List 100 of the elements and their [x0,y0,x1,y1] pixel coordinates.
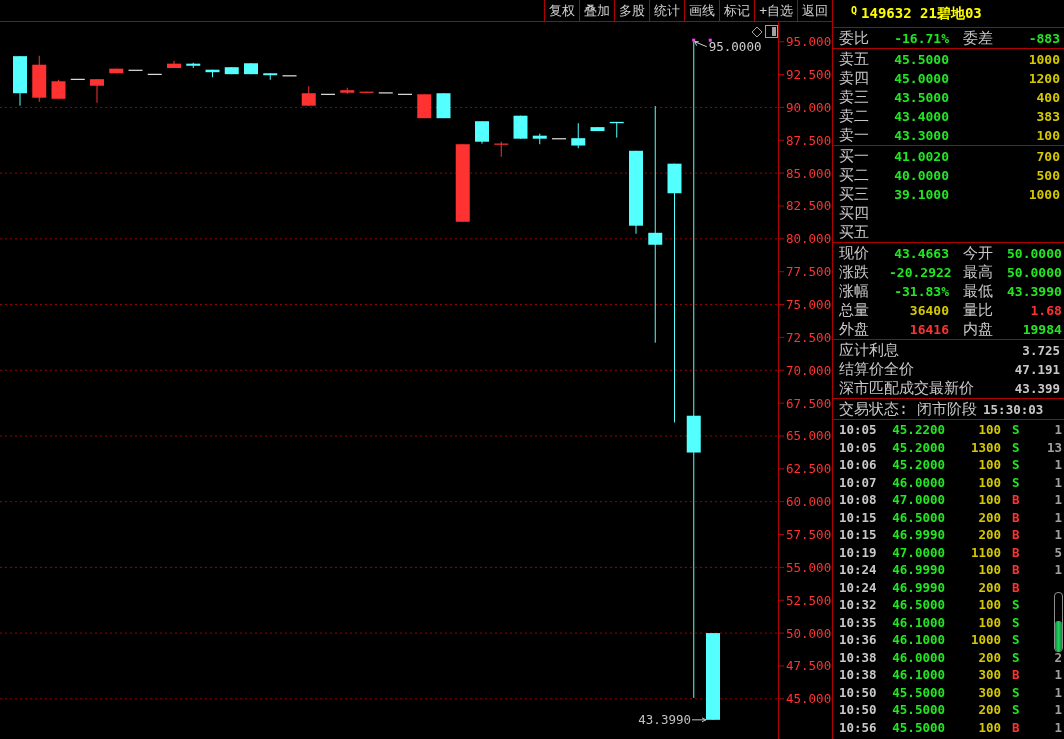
trade-time: 10:05 [839,422,878,438]
field-label: 内盘 [962,320,994,339]
candle [417,93,432,119]
field-value: 43.399 [1014,381,1060,396]
trade-volume: 100 [977,597,1001,613]
field-value: 43.3990 [1007,283,1062,301]
order-price: 43.4000 [893,108,949,126]
candle [109,68,124,74]
field-label: 委比 [839,29,870,48]
candle [301,85,316,107]
field-label: 深市匹配成交最新价 [839,379,974,398]
order-price: 45.0000 [893,70,949,88]
trade-count: 1 [1053,509,1062,525]
trade-volume: 1100 [969,544,1001,560]
scrollbar-track[interactable] [1054,592,1063,652]
trade-count: 1 [1053,422,1062,438]
axis-label: 87.500 [786,132,832,148]
field-label: 量比 [962,301,994,320]
trade-volume: 100 [977,474,1001,490]
axis-label: 52.500 [786,592,832,608]
order-level-label: 买五 [839,223,870,242]
order-price: 39.1000 [893,186,949,204]
trade-volume: 300 [977,667,1001,683]
candle [224,66,239,75]
field-value: 3.725 [1022,343,1060,358]
field-label: 最低 [962,282,994,301]
axis-label: 55.000 [786,559,832,575]
high-price-callout: 95.0000 [692,38,762,54]
axis-label: 95.000 [786,34,832,50]
field-value: -20.2922 [889,264,949,282]
trade-side: S [1011,422,1021,438]
trade-price: 46.9990 [891,579,945,595]
field-value: 47.191 [1014,362,1060,377]
trade-price: 45.2000 [891,439,945,455]
candle [494,141,509,158]
axis-label: 80.000 [786,231,832,247]
trade-price: 46.9990 [891,527,945,543]
axis-label: 50.000 [786,625,832,641]
field-value: -883 [1027,30,1060,48]
axis-label: 47.500 [786,658,832,674]
candle [359,91,374,94]
trade-price: 46.5000 [891,509,945,525]
trade-side: S [1011,457,1021,473]
candle [186,62,201,69]
trade-time: 10:07 [839,474,878,490]
field-label: 涨幅 [839,282,870,301]
order-volume: 1200 [1027,70,1060,88]
candle [552,137,566,140]
diamond-icon[interactable] [751,26,763,38]
trade-side: S [1011,474,1021,490]
axis-label: 77.500 [786,264,832,280]
order-level-label: 买二 [839,166,870,185]
trade-price: 45.5000 [891,684,945,700]
field-value: -16.71% [893,30,949,48]
order-volume: 400 [1035,89,1060,107]
trade-time: 10:08 [839,492,878,508]
trade-side: S [1011,649,1021,665]
trade-price: 46.1000 [891,614,945,630]
axis-label: 65.000 [786,428,832,444]
trade-count: 1 [1053,702,1062,718]
trade-price: 46.1000 [891,632,945,648]
axis-label: 72.500 [786,329,832,345]
trade-volume: 100 [977,422,1001,438]
order-volume: 500 [1035,167,1060,185]
candle [571,122,586,149]
trade-side: S [1011,702,1021,718]
candle [32,55,47,103]
field-value: 50.0000 [1007,245,1062,263]
trade-side: S [1011,632,1021,648]
panel-toggle-icon[interactable] [765,25,778,38]
field-value: 43.4663 [893,245,949,263]
trade-count: 1 [1053,527,1062,543]
trade-time: 10:24 [839,562,878,578]
trade-time: 10:06 [839,457,878,473]
trade-side: B [1011,579,1021,595]
trade-volume: 1300 [969,439,1001,455]
trade-price: 46.0000 [891,474,945,490]
candle [282,74,297,77]
field-value: 50.0000 [1007,264,1062,282]
trade-volume: 200 [977,527,1001,543]
trade-side: S [1011,684,1021,700]
candle [263,72,278,81]
axis-label: 82.500 [786,198,832,214]
trade-price: 45.5000 [891,719,945,735]
candle [609,121,624,139]
candle [590,126,605,132]
axis-label: 85.000 [786,165,832,181]
axis-label: 90.000 [786,99,832,115]
trade-volume: 100 [977,614,1001,630]
order-level-label: 卖一 [839,126,870,145]
order-level-label: 卖三 [839,88,870,107]
field-label: 总量 [839,301,870,320]
trade-volume: 100 [977,457,1001,473]
order-level-label: 买三 [839,185,870,204]
field-value: -31.83% [893,283,949,301]
trade-count: 1 [1053,684,1062,700]
field-label: 涨跌 [839,263,870,282]
candle [167,60,181,69]
scrollbar-thumb[interactable] [1055,621,1062,651]
candle [90,78,104,104]
